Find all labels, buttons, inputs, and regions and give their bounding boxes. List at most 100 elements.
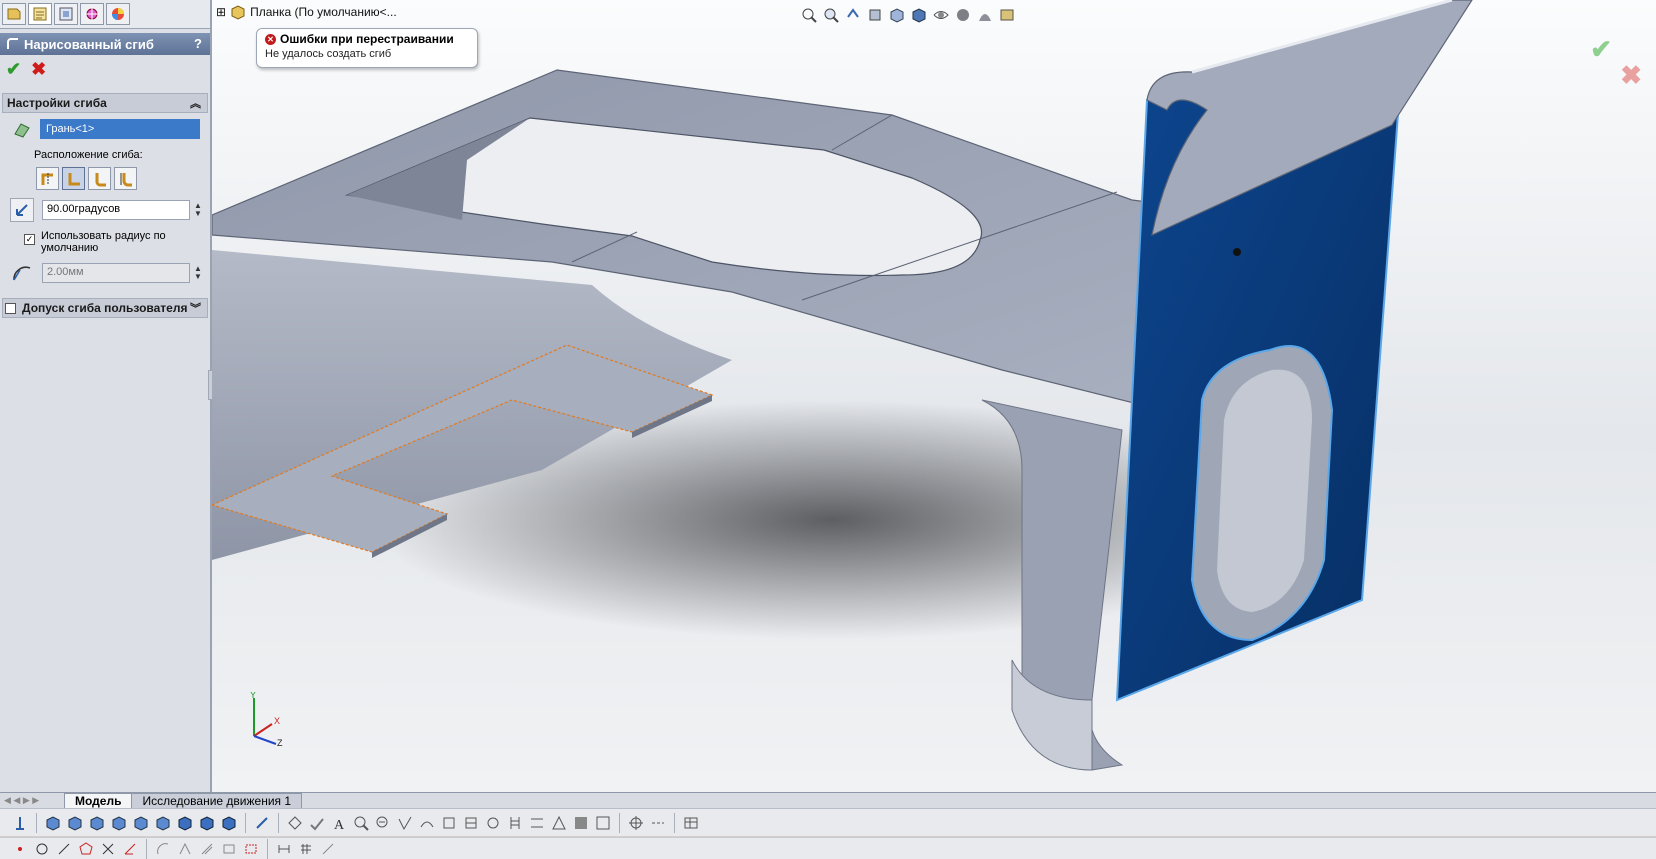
back-view-button[interactable] — [65, 813, 85, 833]
confirmation-cancel-button[interactable]: ✖ — [1620, 60, 1642, 91]
bend-outside-button[interactable] — [114, 167, 137, 190]
graphics-area[interactable]: ⊞ Планка (По умолчанию<... ✕ Ошибки при … — [212, 0, 1656, 792]
circle-icon — [36, 843, 48, 854]
right-view-button[interactable] — [109, 813, 129, 833]
top-view-button[interactable] — [131, 813, 151, 833]
confirmation-ok-button[interactable]: ✔ — [1590, 34, 1612, 65]
cosmetic-thread-button[interactable] — [505, 813, 525, 833]
rebuild-error-tooltip[interactable]: ✕ Ошибки при перестраивании Не удалось с… — [256, 28, 478, 68]
appearance-icon — [957, 9, 969, 21]
expand-icon[interactable]: ︾ — [190, 300, 201, 316]
dimxpert-icon — [85, 7, 99, 21]
bend-angle-spinner[interactable]: ▲ ▼ — [194, 202, 202, 218]
grid-button[interactable] — [296, 839, 316, 859]
zoom-in-button[interactable] — [351, 813, 371, 833]
ok-button[interactable]: ✔ — [6, 59, 21, 80]
dimension-button[interactable] — [274, 839, 294, 859]
bend-angle-input[interactable]: 90.00градусов — [42, 200, 190, 220]
help-button[interactable]: ? — [194, 36, 202, 51]
front-view-button[interactable] — [43, 813, 63, 833]
weld-symbol-button[interactable] — [417, 813, 437, 833]
sheet-metal-model-view[interactable] — [212, 0, 1656, 792]
geometric-tolerance-button[interactable] — [527, 813, 547, 833]
zoom-out-icon — [376, 816, 388, 827]
configuration-manager-tab[interactable] — [54, 3, 78, 25]
spell-check-button[interactable] — [307, 813, 327, 833]
view-orientation-button[interactable] — [888, 6, 906, 24]
tab-scroll-arrows[interactable]: ◀ ◀ ▶ ▶ — [0, 793, 64, 808]
zoom-area-button[interactable] — [822, 6, 840, 24]
custom-bend-allowance-checkbox[interactable] — [5, 302, 16, 314]
collapse-icon[interactable]: ︽ — [190, 95, 201, 111]
left-view-button[interactable] — [87, 813, 107, 833]
surface-finish-button[interactable] — [395, 813, 415, 833]
arc-button[interactable] — [153, 839, 173, 859]
centerline-button[interactable] — [648, 813, 668, 833]
mirror-button[interactable] — [175, 839, 195, 859]
datum-target-icon — [465, 817, 477, 828]
note-button[interactable]: A — [329, 813, 349, 833]
circle-button[interactable] — [32, 839, 52, 859]
material-inside-button[interactable] — [62, 167, 85, 190]
rectangle-button[interactable] — [219, 839, 239, 859]
trimetric-view-button[interactable] — [197, 813, 217, 833]
datum-target-button[interactable] — [461, 813, 481, 833]
fixed-face-selection[interactable]: Грань<1> — [40, 119, 200, 139]
bend-settings-header[interactable]: Настройки сгиба ︽ — [2, 93, 208, 113]
cancel-button[interactable]: ✖ — [31, 59, 46, 80]
bend-centerline-button[interactable] — [36, 167, 59, 190]
polygon-button[interactable] — [76, 839, 96, 859]
reverse-direction-button[interactable] — [10, 198, 34, 222]
relations-button[interactable] — [318, 839, 338, 859]
display-manager-tab[interactable] — [106, 3, 130, 25]
smart-dimension-button[interactable] — [252, 813, 272, 833]
dimxpert-manager-tab[interactable] — [80, 3, 104, 25]
hide-show-items-button[interactable] — [932, 6, 950, 24]
bottom-view-button[interactable] — [153, 813, 173, 833]
zoom-out-button[interactable] — [373, 813, 393, 833]
trim-button[interactable] — [98, 839, 118, 859]
corner-rectangle-button[interactable] — [241, 839, 261, 859]
center-mark-button[interactable] — [626, 813, 646, 833]
bend-radius-spinner[interactable]: ▲ ▼ — [194, 265, 202, 281]
reference-triad: Y X Z — [250, 692, 283, 746]
material-outside-button[interactable] — [88, 167, 111, 190]
property-manager: Нарисованный сгиб ? ✔ ✖ Настройки сгиба … — [0, 0, 214, 792]
point-button[interactable] — [10, 839, 30, 859]
isometric-view-button[interactable] — [175, 813, 195, 833]
property-manager-tab[interactable] — [28, 3, 52, 25]
display-manager-icon — [112, 8, 124, 20]
feature-tree-flyout[interactable]: ⊞ Планка (По умолчанию<... — [216, 4, 397, 20]
datum-feature-button[interactable] — [439, 813, 459, 833]
sketch-fillet-button[interactable] — [120, 839, 140, 859]
normal-to-button[interactable] — [10, 813, 30, 833]
hole-callout-button[interactable] — [483, 813, 503, 833]
table-icon — [684, 817, 698, 828]
block-button[interactable] — [593, 813, 613, 833]
rectangle-icon — [223, 844, 235, 853]
feature-title-bar: Нарисованный сгиб ? — [0, 33, 210, 55]
display-style-button[interactable] — [910, 6, 928, 24]
table-button[interactable] — [681, 813, 701, 833]
area-hatch-button[interactable] — [571, 813, 591, 833]
dimetric-view-button[interactable] — [219, 813, 239, 833]
view-settings-button[interactable] — [998, 6, 1016, 24]
feature-manager-tab[interactable] — [2, 3, 26, 25]
line-button[interactable] — [54, 839, 74, 859]
offset-button[interactable] — [197, 839, 217, 859]
bend-radius-input[interactable]: 2.00мм — [42, 263, 190, 283]
tab-motion-study[interactable]: Исследование движения 1 — [131, 793, 303, 808]
use-default-radius-checkbox[interactable]: ✓ — [24, 234, 35, 245]
warning-button[interactable] — [549, 813, 569, 833]
tab-model[interactable]: Модель — [64, 793, 133, 808]
zoom-to-fit-button[interactable] — [800, 6, 818, 24]
zoom-area-icon — [824, 8, 839, 23]
apply-scene-button[interactable] — [976, 6, 994, 24]
annotation-button[interactable] — [285, 813, 305, 833]
error-icon: ✕ — [265, 33, 276, 45]
custom-bend-allowance-header[interactable]: Допуск сгиба пользователя ︾ — [2, 298, 208, 318]
previous-view-button[interactable] — [844, 6, 862, 24]
edit-appearance-button[interactable] — [954, 6, 972, 24]
section-view-button[interactable] — [866, 6, 884, 24]
expand-plus-icon[interactable]: ⊞ — [216, 5, 226, 19]
